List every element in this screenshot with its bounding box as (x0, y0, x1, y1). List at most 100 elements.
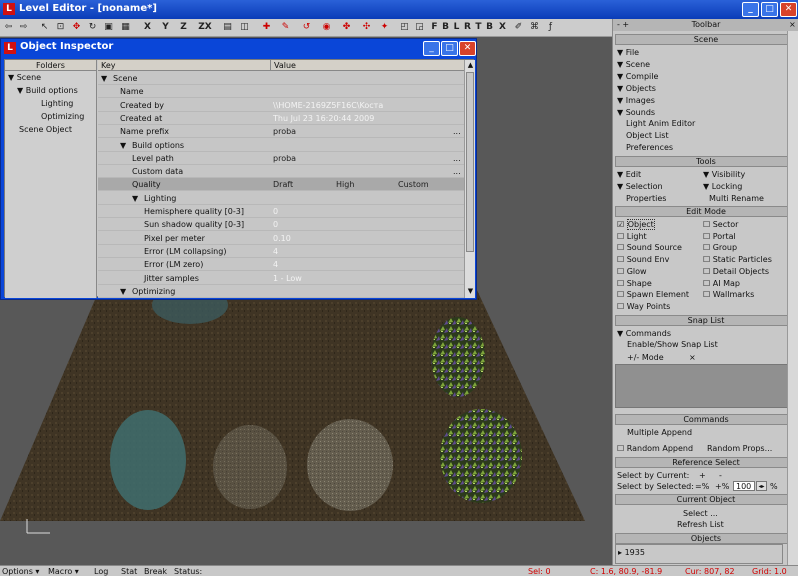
panel-close-icon[interactable]: × (789, 19, 796, 31)
folder-item-scene[interactable]: ▼ Scene (5, 71, 96, 84)
scene-menu-item[interactable]: Object List (626, 130, 669, 141)
radio-icon[interactable]: ☐ (703, 279, 713, 288)
inspector-scrollbar[interactable]: ▲ ▼ (464, 60, 475, 298)
radio-icon[interactable]: ☐ (703, 255, 713, 264)
grid-icon[interactable]: ▤ (221, 21, 234, 34)
select-current-minus-button[interactable]: - (719, 470, 722, 481)
refselect-section-header[interactable]: Reference Select▼ (615, 457, 797, 468)
edit-mode-option[interactable]: ☐ Light (617, 231, 647, 242)
radio-icon[interactable]: ☐ (703, 267, 713, 276)
snap-grid-icon[interactable]: ✦ (378, 21, 391, 34)
current-object-header[interactable]: Current Object (615, 494, 797, 505)
view-bottom-button[interactable]: B (483, 21, 496, 34)
edit-mode-option[interactable]: ☐ Way Points (617, 301, 670, 312)
property-row[interactable]: Created by \\HOME-2169Z5F16C\Kocтa (98, 99, 464, 112)
pencil-icon[interactable]: ✐ (512, 21, 525, 34)
enable-snap-list-item[interactable]: Enable/Show Snap List (627, 339, 718, 350)
snaplist-section-header[interactable]: Snap List▼ (615, 315, 797, 326)
radio-icon[interactable]: ☐ (617, 279, 627, 288)
redo-icon[interactable]: ⇨ (17, 21, 30, 34)
scroll-thumb[interactable] (466, 72, 474, 252)
scene-menu-item[interactable]: ▼ Scene (617, 59, 650, 70)
edit-f-icon[interactable]: ƒ (544, 21, 557, 34)
scene-menu-item[interactable]: ▼ File (617, 47, 639, 58)
tools-menu-item[interactable]: ▼ Edit (617, 169, 641, 180)
radio-icon[interactable]: ☐ (617, 255, 627, 264)
snap-object-icon[interactable]: ◉ (320, 21, 333, 34)
objects-header[interactable]: Objects (615, 533, 797, 544)
select-eq-pct-button[interactable]: =% (695, 481, 709, 492)
property-row[interactable]: Sun shadow quality [0-3] 0 (98, 218, 464, 232)
property-value[interactable]: proba (273, 152, 296, 165)
properties-grid[interactable]: Key Value ▼ Scene Name Created by \\HOME-21… (98, 60, 464, 298)
tools-menu-item[interactable]: ▼ Selection (617, 181, 663, 192)
snap-rotate-icon[interactable]: ↺ (300, 21, 313, 34)
select-object-button[interactable]: Select ... (683, 508, 718, 519)
snap-icon[interactable]: ◫ (238, 21, 251, 34)
snap-normal-icon[interactable]: ✣ (360, 21, 373, 34)
move-icon[interactable]: ✥ (70, 21, 83, 34)
property-value[interactable]: 4 (273, 245, 278, 258)
ellipsis-button[interactable]: ... (453, 125, 461, 138)
folders-tree[interactable]: Folders ▼ Scene ▼ Build options Lighting… (5, 60, 97, 298)
scene-menu-item[interactable]: ▼ Compile (617, 71, 658, 82)
property-row[interactable]: ▼ Optimizing (98, 285, 464, 298)
expand-toggle-icon[interactable]: ▼ (101, 72, 107, 85)
property-value[interactable]: \\HOME-2169Z5F16C\Kocтa (273, 99, 383, 112)
radio-icon[interactable]: ☐ (617, 232, 627, 241)
select-box-icon[interactable]: ⊡ (54, 21, 67, 34)
property-row[interactable]: Quality Draft High Custom (98, 178, 464, 192)
random-append-checkbox[interactable]: ☐ Random Append (617, 443, 693, 454)
select-plus-pct-button[interactable]: +% (715, 481, 729, 492)
edit-mode-option[interactable]: ☐ Portal (703, 231, 736, 242)
radio-icon[interactable]: ☐ (617, 243, 627, 252)
property-row[interactable]: Pixel per meter 0.10 (98, 232, 464, 245)
property-row[interactable]: ▼ Build options (98, 139, 464, 152)
inspector-minimize-button[interactable]: _ (423, 41, 440, 56)
property-value[interactable]: 0.10 (273, 232, 291, 245)
property-row[interactable]: Error (LM zero) 4 (98, 258, 464, 272)
ellipsis-button[interactable]: ... (453, 165, 461, 178)
property-value[interactable]: 1 - Low (273, 272, 302, 285)
scene-menu-item[interactable]: Light Anim Editor (626, 118, 695, 129)
snap-list-box[interactable] (615, 364, 797, 408)
axis-y-button[interactable]: Y (159, 21, 172, 34)
edit-mode-option[interactable]: ☑ Object (617, 219, 655, 230)
log-button[interactable]: Log (94, 566, 108, 576)
snap-commands-item[interactable]: ▼ Commands (617, 328, 671, 339)
property-row[interactable]: Hemisphere quality [0-3] 0 (98, 205, 464, 218)
expand-toggle-icon[interactable]: ▼ (120, 139, 126, 152)
property-value[interactable]: Draft (273, 178, 293, 191)
tools-menu-item[interactable]: ▼ Locking (703, 181, 742, 192)
axis-x-button[interactable]: X (141, 21, 154, 34)
scroll-down-icon[interactable]: ▼ (466, 287, 475, 296)
editmode-section-header[interactable]: Edit Mode▼ (615, 206, 797, 217)
folder-item-optimizing[interactable]: Optimizing (5, 110, 96, 123)
macro-menu[interactable]: Macro ▾ (48, 566, 79, 576)
magnet-icon[interactable]: ✎ (279, 21, 292, 34)
rotate-icon[interactable]: ↻ (86, 21, 99, 34)
property-value[interactable]: 4 (273, 258, 278, 271)
close-button[interactable]: ✕ (780, 2, 797, 17)
right-panel-scrollbar[interactable] (787, 31, 798, 565)
property-row[interactable]: Created at Thu Jul 23 16:20:44 2009 (98, 112, 464, 125)
view-reset-button[interactable]: X (496, 21, 509, 34)
edit-mode-option[interactable]: ☐ Spawn Element (617, 289, 689, 300)
select-arrow-icon[interactable]: ↖ (38, 21, 51, 34)
edit-mode-option[interactable]: ☐ Sector (703, 219, 738, 230)
edit-mode-option[interactable]: ☐ AI Map (703, 278, 740, 289)
undo-icon[interactable]: ⇦ (2, 21, 15, 34)
spin-icon[interactable]: ◂▸ (756, 481, 767, 491)
property-value[interactable]: 0 (273, 205, 278, 218)
scale-icon[interactable]: ▣ (102, 21, 115, 34)
edit-mode-option[interactable]: ☐ Sound Source (617, 242, 682, 253)
tools-menu-item[interactable]: ▼ Visibility (703, 169, 745, 180)
property-row[interactable]: Custom data... (98, 165, 464, 179)
quality-option-custom[interactable]: Custom (398, 178, 429, 191)
snap-move-icon[interactable]: ✚ (260, 21, 273, 34)
radio-icon[interactable]: ☐ (617, 267, 627, 276)
expand-toggle-icon[interactable]: ▼ (120, 285, 126, 298)
edit-mode-option[interactable]: ☐ Wallmarks (703, 289, 754, 300)
panel-pin-icon[interactable]: - + (617, 19, 629, 31)
edit-mode-option[interactable]: ☐ Glow (617, 266, 647, 277)
